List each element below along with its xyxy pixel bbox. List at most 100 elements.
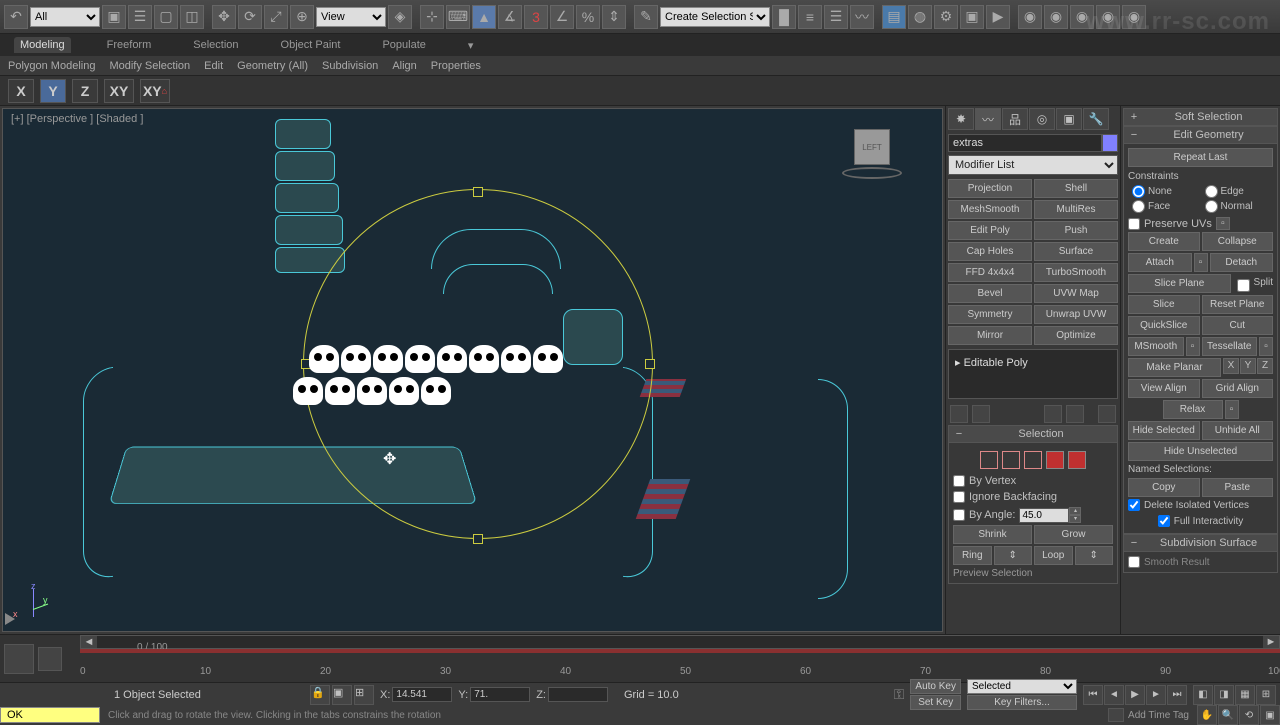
tab-modeling[interactable]: Modeling [14, 37, 71, 53]
detach-button[interactable]: Detach [1210, 253, 1274, 272]
edit-geometry-rollout[interactable]: −Edit Geometry [1123, 126, 1278, 144]
viewport-nav-4[interactable]: ▣ [1260, 705, 1280, 725]
nav-icon-4[interactable]: ⊞ [1256, 685, 1276, 705]
x-coord-input[interactable] [392, 687, 452, 702]
mod-unwrapuvw[interactable]: Unwrap UVW [1034, 305, 1118, 324]
timeline-ruler[interactable]: 0 10 20 30 40 50 60 70 80 90 100 [80, 649, 1280, 677]
preserve-uvs-checkbox[interactable] [1128, 218, 1140, 230]
delete-isolated-checkbox[interactable] [1128, 499, 1140, 511]
mod-editpoly[interactable]: Edit Poly [948, 221, 1032, 240]
make-planar-button[interactable]: Make Planar [1128, 358, 1221, 377]
border-subobj-icon[interactable] [1024, 451, 1042, 469]
play-indicator-icon[interactable] [5, 613, 15, 625]
cut-button[interactable]: Cut [1202, 316, 1274, 335]
mod-multires[interactable]: MultiRes [1034, 200, 1118, 219]
subrib-polygon-modeling[interactable]: Polygon Modeling [4, 59, 99, 73]
tab-freeform[interactable]: Freeform [101, 37, 158, 53]
mod-projection[interactable]: Projection [948, 179, 1032, 198]
mod-capholes[interactable]: Cap Holes [948, 242, 1032, 261]
teapot1-icon[interactable]: ◉ [1018, 5, 1042, 29]
tab-populate[interactable]: Populate [376, 37, 431, 53]
shrink-button[interactable]: Shrink [953, 525, 1032, 544]
coord-system-dropdown[interactable]: View [316, 7, 386, 27]
mod-bevel[interactable]: Bevel [948, 284, 1032, 303]
stack-editable-poly[interactable]: ▸ Editable Poly [953, 354, 1113, 371]
grow-button[interactable]: Grow [1034, 525, 1113, 544]
mod-uvwmap[interactable]: UVW Map [1034, 284, 1118, 303]
vertex-subobj-icon[interactable] [980, 451, 998, 469]
key-icon[interactable]: ⚿ [894, 686, 905, 703]
z-coord-input[interactable] [548, 687, 608, 702]
remove-mod-icon[interactable] [1066, 405, 1084, 423]
align-icon[interactable]: ≡ [798, 5, 822, 29]
angle-snap-icon[interactable]: ∡ [498, 5, 522, 29]
constraint-normal-radio[interactable] [1205, 200, 1218, 213]
snap3-icon[interactable]: 3 [524, 5, 548, 29]
place-icon[interactable]: ⊕ [290, 5, 314, 29]
render-frame-icon[interactable]: ▣ [960, 5, 984, 29]
show-end-result-icon[interactable] [972, 405, 990, 423]
viewport-perspective[interactable]: [+] [Perspective ] [Shaded ] [2, 108, 943, 632]
hierarchy-tab-icon[interactable]: 品 [1002, 108, 1028, 130]
viewcube[interactable]: LEFT [832, 129, 912, 189]
axis-xy-button[interactable]: XY [104, 79, 134, 103]
percent-icon[interactable]: % [576, 5, 600, 29]
make-unique-icon[interactable] [1044, 405, 1062, 423]
nav-icon-2[interactable]: ◨ [1214, 685, 1234, 705]
timeline-prev[interactable]: ◄ [81, 636, 97, 648]
add-time-tag[interactable]: Add Time Tag [1128, 710, 1197, 721]
modifier-stack[interactable]: ▸ Editable Poly [948, 349, 1118, 399]
goto-start-icon[interactable]: ⏮ [1083, 685, 1103, 705]
angle-value-input[interactable] [1019, 508, 1069, 523]
split-checkbox[interactable] [1237, 278, 1250, 293]
timeline-config-icon[interactable] [4, 644, 34, 674]
axis-z-button[interactable]: Z [72, 79, 98, 103]
quickslice-button[interactable]: QuickSlice [1128, 316, 1200, 335]
isolate-icon[interactable]: ▣ [332, 685, 352, 705]
mod-shell[interactable]: Shell [1034, 179, 1118, 198]
viewport-nav-3[interactable]: ⟲ [1239, 705, 1259, 725]
mod-surface[interactable]: Surface [1034, 242, 1118, 261]
object-name-input[interactable] [948, 134, 1102, 152]
window-crossing-icon[interactable]: ◫ [180, 5, 204, 29]
grid-align-button[interactable]: Grid Align [1202, 379, 1274, 398]
prev-frame-icon[interactable]: ◄ [1104, 685, 1124, 705]
hide-selected-button[interactable]: Hide Selected [1128, 421, 1200, 440]
element-subobj-icon[interactable] [1068, 451, 1086, 469]
reset-plane-button[interactable]: Reset Plane [1202, 295, 1274, 314]
modifier-list-dropdown[interactable]: Modifier List [948, 155, 1118, 175]
viewport-nav-1[interactable]: ✋ [1197, 705, 1217, 725]
mod-meshsmooth[interactable]: MeshSmooth [948, 200, 1032, 219]
timeline-next[interactable]: ► [1263, 636, 1279, 648]
timeline-mini-icon[interactable] [38, 647, 62, 671]
loop-button[interactable]: Loop [1034, 546, 1073, 565]
msmooth-settings[interactable]: ▫ [1186, 337, 1200, 356]
spinner-snap-icon[interactable]: ⇕ [602, 5, 626, 29]
display-tab-icon[interactable]: ▣ [1056, 108, 1082, 130]
constraint-face-radio[interactable] [1132, 200, 1145, 213]
create-tab-icon[interactable]: ✸ [948, 108, 974, 130]
render-icon[interactable]: ▶ [986, 5, 1010, 29]
teapot2-icon[interactable]: ◉ [1044, 5, 1068, 29]
schematic-view-icon[interactable]: ▤ [882, 5, 906, 29]
subdiv-surface-rollout[interactable]: −Subdivision Surface [1123, 534, 1278, 552]
goto-end-icon[interactable]: ⏭ [1167, 685, 1187, 705]
selection-lock-icon[interactable]: ⊞ [354, 685, 374, 705]
nav-icon-3[interactable]: ▦ [1235, 685, 1255, 705]
ribbon-dropdown-icon[interactable]: ▾ [462, 37, 480, 54]
select-icon[interactable]: ▣ [102, 5, 126, 29]
curve-editor-icon[interactable]: 〰 [850, 5, 874, 29]
ignore-backfacing-checkbox[interactable] [953, 491, 965, 503]
attach-button[interactable]: Attach [1128, 253, 1192, 272]
select-name-icon[interactable]: ☰ [128, 5, 152, 29]
lock-selection-icon[interactable]: 🔒 [310, 685, 330, 705]
pivot-icon[interactable]: ◈ [388, 5, 412, 29]
viewport-nav-2[interactable]: 🔍 [1218, 705, 1238, 725]
subrib-subdivision[interactable]: Subdivision [318, 59, 382, 73]
axis-y-button[interactable]: Y [40, 79, 66, 103]
mod-optimize[interactable]: Optimize [1034, 326, 1118, 345]
relax-settings[interactable]: ▫ [1225, 400, 1239, 419]
nav-icon-1[interactable]: ◧ [1193, 685, 1213, 705]
soft-selection-rollout[interactable]: +Soft Selection [1123, 108, 1278, 126]
move-icon[interactable]: ✥ [212, 5, 236, 29]
